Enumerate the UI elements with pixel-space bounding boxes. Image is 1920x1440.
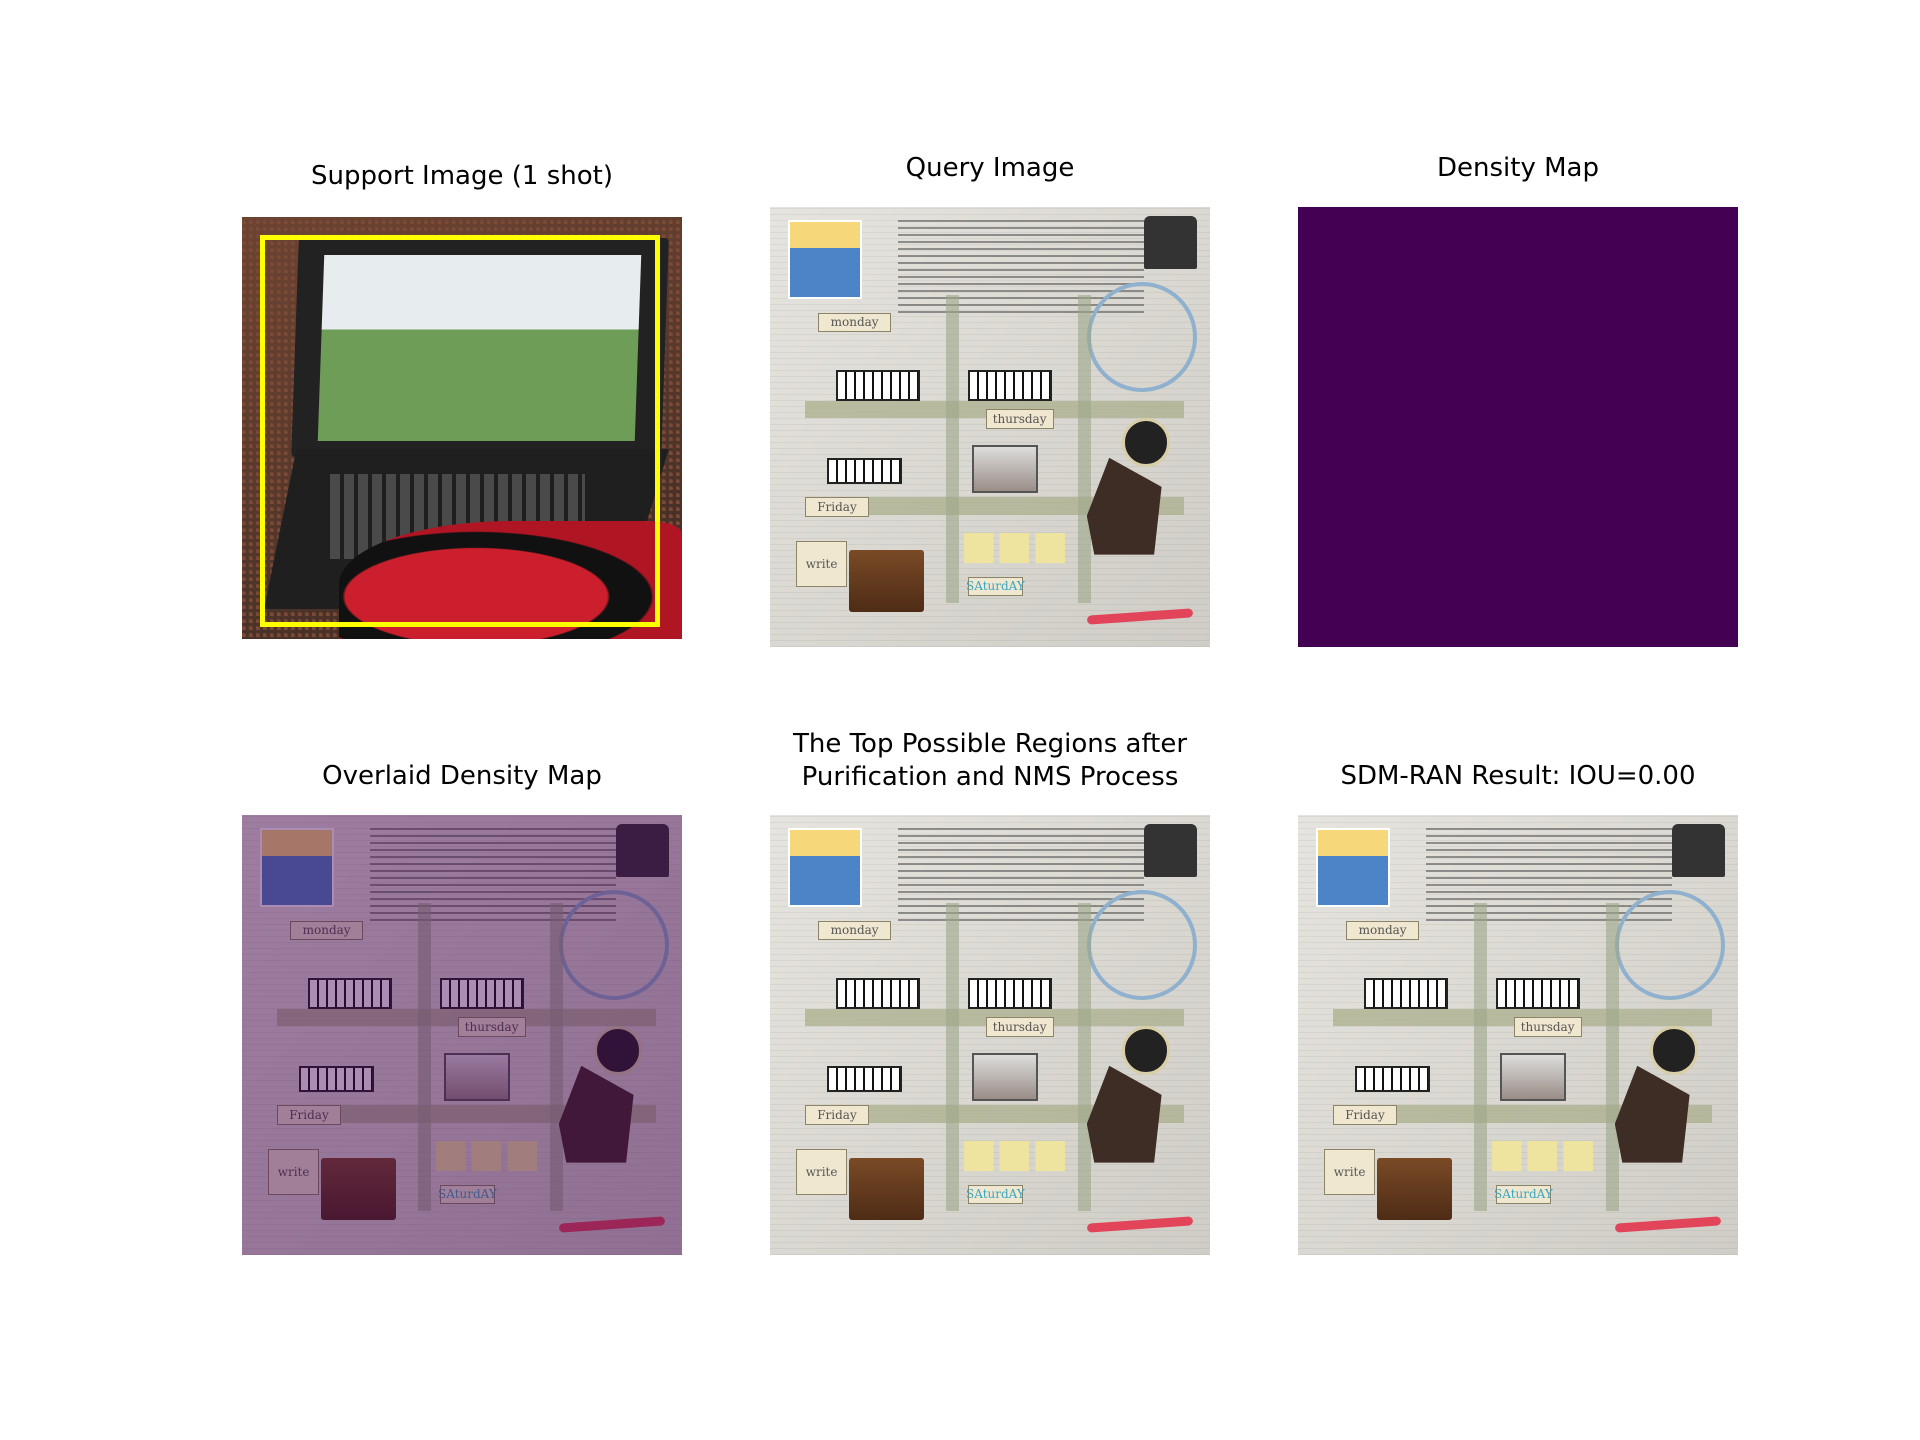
typewriter-image — [1144, 823, 1197, 877]
nanowrimo-badge — [787, 220, 862, 299]
overlay-image: monday thursday Friday write SAturdAY — [242, 815, 682, 1255]
tag-monday: monday — [818, 312, 891, 333]
upright-piano-sketch — [1500, 1052, 1567, 1101]
tag-friday: Friday — [805, 1105, 869, 1125]
tag-write: write — [796, 541, 847, 588]
tag-saturday: SAturdAY — [966, 576, 1025, 597]
collage: monday thursday Friday write SAturdAY — [770, 207, 1210, 647]
typewriter-image — [1672, 823, 1725, 877]
support-panel: Support Image (1 shot) — [242, 160, 682, 640]
tag-monday: monday — [1346, 920, 1419, 941]
november-stamp — [1086, 281, 1197, 392]
grid-column — [1078, 295, 1092, 603]
support-bounding-box — [260, 235, 660, 627]
nanowrimo-badge — [787, 828, 862, 907]
tag-monday: monday — [818, 920, 891, 941]
hand-cards — [1491, 1140, 1598, 1172]
overlay-title: Overlaid Density Map — [322, 761, 602, 791]
keyboard-sticker — [1364, 977, 1448, 1009]
tag-write: write — [1324, 1149, 1375, 1196]
keyboard-sticker — [827, 1065, 902, 1093]
nanowrimo-badge — [1315, 828, 1390, 907]
support-image — [242, 217, 682, 639]
density-panel: Density Map — [1298, 152, 1738, 648]
tag-thursday: thursday — [985, 1017, 1054, 1037]
tag-friday: Friday — [1333, 1105, 1397, 1125]
grid-column — [1078, 903, 1092, 1211]
result-title: SDM-RAN Result: IOU=0.00 — [1340, 761, 1696, 791]
keyboard-sticker — [1355, 1065, 1430, 1093]
upright-piano — [849, 550, 924, 612]
upright-piano-sketch — [972, 444, 1039, 493]
keyboard-sticker — [968, 369, 1052, 401]
upright-piano-sketch — [972, 1052, 1039, 1101]
collage: monday thursday Friday write SAturdAY — [770, 815, 1210, 1255]
tag-thursday: thursday — [985, 409, 1054, 429]
typewriter-image — [1144, 215, 1197, 269]
write-now-badge — [1650, 1026, 1699, 1075]
keyboard-sticker — [836, 977, 920, 1009]
write-now-badge — [1122, 1026, 1171, 1075]
result-image: monday thursday Friday write SAturdAY — [1298, 815, 1738, 1255]
density-map — [1298, 207, 1738, 647]
regions-title-line1: The Top Possible Regions after — [792, 729, 1188, 759]
tag-friday: Friday — [805, 497, 869, 517]
density-title: Density Map — [1437, 153, 1599, 183]
grid-column — [946, 295, 960, 603]
regions-panel: The Top Possible Regions after Purificat… — [770, 728, 1210, 1256]
grid-column — [946, 903, 960, 1211]
result-panel: SDM-RAN Result: IOU=0.00 monday thursday… — [1298, 760, 1738, 1256]
keyboard-sticker — [827, 457, 902, 485]
keyboard-sticker — [836, 369, 920, 401]
regions-image: monday thursday Friday write SAturdAY — [770, 815, 1210, 1255]
query-title: Query Image — [905, 153, 1075, 183]
keyboard-sticker — [968, 977, 1052, 1009]
tag-saturday: SAturdAY — [1494, 1184, 1553, 1205]
keyboard-sticker — [1496, 977, 1580, 1009]
density-fill — [1298, 207, 1738, 647]
tag-thursday: thursday — [1513, 1017, 1582, 1037]
query-panel: Query Image monday thursday Friday write — [770, 152, 1210, 648]
grid-column — [1606, 903, 1620, 1211]
query-image: monday thursday Friday write SAturdAY — [770, 207, 1210, 647]
overlay-panel: Overlaid Density Map monday thursday Fri… — [242, 760, 682, 1256]
write-now-badge — [1122, 418, 1171, 467]
density-overlay-tint — [242, 815, 682, 1255]
november-stamp — [1086, 889, 1197, 1000]
november-stamp — [1614, 889, 1725, 1000]
tag-saturday: SAturdAY — [966, 1184, 1025, 1205]
regions-title-line2: Purification and NMS Process — [801, 762, 1179, 792]
hand-cards — [963, 532, 1070, 564]
upright-piano — [1377, 1158, 1452, 1220]
upright-piano — [849, 1158, 924, 1220]
support-title: Support Image (1 shot) — [311, 161, 613, 191]
hand-cards — [963, 1140, 1070, 1172]
collage: monday thursday Friday write SAturdAY — [1298, 815, 1738, 1255]
tag-write: write — [796, 1149, 847, 1196]
grid-column — [1474, 903, 1488, 1211]
